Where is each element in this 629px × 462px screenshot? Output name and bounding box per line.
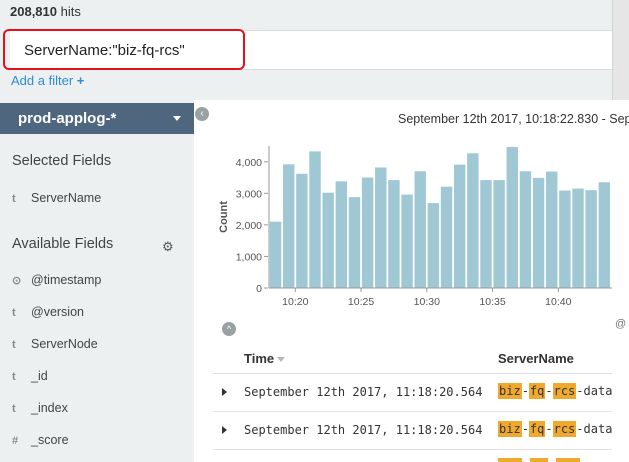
histogram-bar[interactable]	[453, 164, 466, 288]
histogram-bar[interactable]	[427, 203, 440, 288]
index-pattern-selector[interactable]: prod-applog-*	[0, 103, 194, 134]
string-type-icon: t	[12, 339, 16, 351]
histogram-bar[interactable]	[361, 177, 374, 288]
histogram-bar[interactable]	[493, 180, 505, 288]
sort-down-icon	[277, 357, 286, 363]
y-tick-label: 4,000	[236, 157, 262, 169]
clock-type-icon: ⊙	[12, 275, 22, 287]
histogram-bar[interactable]	[322, 192, 334, 288]
partial-row-highlight	[530, 458, 548, 462]
field-sidebar: prod-applog-* Selected Fields t ServerNam…	[0, 100, 194, 462]
histogram-bar[interactable]	[283, 164, 295, 288]
collapse-chart-icon[interactable]: ^	[222, 322, 236, 336]
add-filter-label: Add a filter	[11, 73, 74, 88]
row-servername: biz-fq-rcs-data	[498, 421, 613, 437]
y-tick-label: 2,000	[236, 220, 262, 232]
histogram-bar[interactable]	[532, 177, 545, 288]
table-row[interactable]: September 12th 2017, 11:18:20.564 biz-fq…	[213, 374, 612, 412]
caret-down-icon	[173, 116, 181, 121]
row-time: September 12th 2017, 11:18:20.564	[244, 423, 483, 437]
sidebar-field-servername[interactable]: t ServerName	[12, 191, 101, 209]
index-pattern-label: prod-applog-*	[18, 110, 117, 127]
chart-time-range: September 12th 2017, 10:18:22.830 - Sept…	[398, 112, 629, 126]
x-tick-label: 10:25	[348, 296, 374, 308]
collapse-sidebar-icon[interactable]: ‹	[195, 107, 209, 121]
sidebar-field-timestamp[interactable]: ⊙ @timestamp	[12, 273, 101, 291]
histogram-bar[interactable]	[506, 146, 518, 288]
sidebar-field-score[interactable]: # _score	[12, 433, 69, 451]
x-tick-label: 10:40	[545, 296, 571, 308]
y-tick-label: 1,000	[236, 251, 262, 263]
x-tick-label: 10:20	[282, 296, 308, 308]
row-servername: biz-fq-rcs-data	[498, 383, 613, 399]
string-type-icon: t	[12, 307, 16, 319]
histogram-chart[interactable]: Count 0 1,000 2,000 3,000 4,000 10:20 10:25 10:3…	[212, 140, 612, 315]
table-row[interactable]: September 12th 2017, 11:18:20.564 biz-fq…	[213, 412, 612, 450]
x-tick-label: 10:35	[479, 296, 505, 308]
at-icon: @	[615, 318, 627, 330]
gear-icon[interactable]: ⚙	[162, 239, 174, 255]
sidebar-field-servernode[interactable]: t ServerNode	[12, 337, 98, 355]
number-type-icon: #	[12, 435, 19, 447]
y-tick-label: 3,000	[236, 188, 262, 200]
string-type-icon: t	[12, 403, 16, 415]
expand-row-icon[interactable]	[222, 426, 227, 434]
sidebar-field-index[interactable]: t _index	[12, 401, 68, 419]
histogram-bar[interactable]	[559, 190, 571, 288]
string-type-icon: t	[12, 193, 16, 205]
selected-fields-heading: Selected Fields	[12, 153, 112, 169]
histogram-bar[interactable]	[598, 182, 611, 288]
histogram-bar[interactable]	[467, 153, 479, 288]
plus-icon: +	[76, 73, 85, 88]
histogram-bar[interactable]	[572, 188, 584, 288]
available-fields-heading: Available Fields	[12, 236, 114, 252]
hits-count: 208,810 hits	[10, 4, 81, 19]
histogram-bar[interactable]	[546, 171, 558, 288]
expand-row-icon[interactable]	[222, 388, 227, 396]
histogram-bar[interactable]	[335, 181, 348, 288]
histogram-bar[interactable]	[375, 167, 387, 288]
add-filter-link[interactable]: Add a filter +	[11, 73, 84, 88]
y-tick-label: 0	[256, 283, 262, 295]
histogram-bar[interactable]	[480, 180, 492, 288]
histogram-bar[interactable]	[269, 221, 282, 288]
histogram-bar[interactable]	[585, 190, 597, 288]
annotation-highlight-box	[3, 29, 245, 70]
sidebar-field-version[interactable]: t @version	[12, 305, 84, 323]
histogram-bar[interactable]	[440, 186, 453, 288]
scrollbar[interactable]	[612, 0, 629, 100]
partial-row-highlight	[556, 458, 580, 462]
histogram-bar[interactable]	[414, 171, 426, 288]
hits-bar: 208,810 hits	[0, 0, 629, 24]
x-tick-label: 10:30	[414, 296, 440, 308]
histogram-bar[interactable]	[519, 171, 532, 288]
row-time: September 12th 2017, 11:18:20.564	[244, 385, 483, 399]
column-header-time[interactable]: Time	[244, 351, 286, 366]
column-header-servername[interactable]: ServerName	[498, 351, 574, 366]
y-axis-label: Count	[218, 201, 230, 233]
histogram-bar[interactable]	[401, 194, 413, 288]
sidebar-field-id[interactable]: t _id	[12, 369, 48, 387]
string-type-icon: t	[12, 371, 16, 383]
histogram-bar[interactable]	[309, 151, 321, 288]
histogram-bar[interactable]	[348, 197, 361, 288]
histogram-bar[interactable]	[296, 173, 308, 288]
partial-row-highlight	[498, 458, 522, 462]
histogram-bar[interactable]	[388, 180, 400, 288]
